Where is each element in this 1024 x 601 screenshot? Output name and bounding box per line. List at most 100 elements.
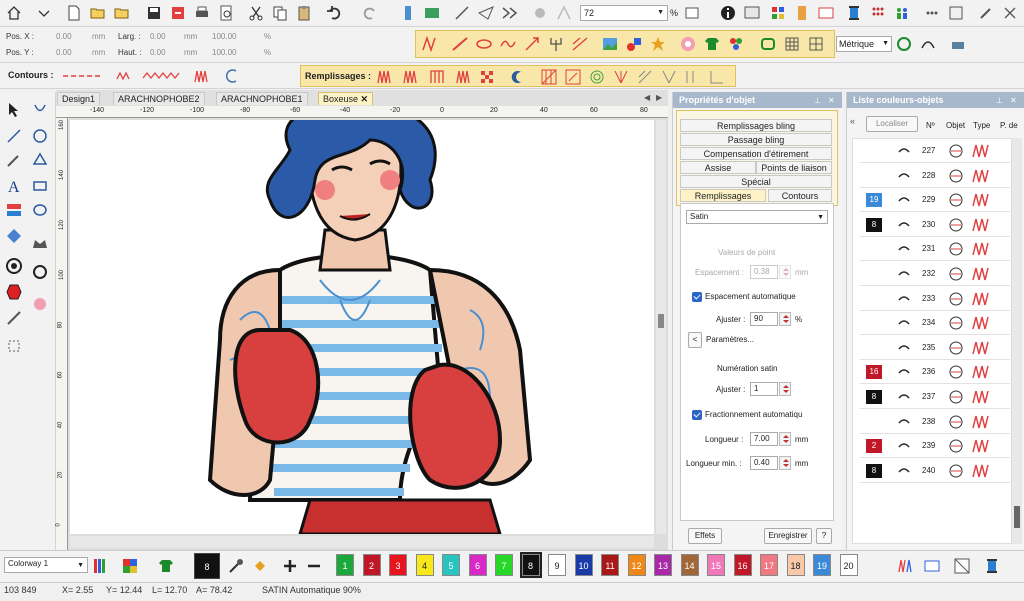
color-swatch[interactable]: 12 <box>627 554 646 576</box>
auto-split-checkbox[interactable] <box>692 410 702 420</box>
tab-scroll-left-icon[interactable]: ◀ <box>644 93 650 102</box>
thread-charts-icon[interactable] <box>896 556 916 576</box>
spool-icon[interactable] <box>792 3 812 23</box>
pin-icon[interactable]: ⊥ <box>814 96 821 105</box>
color-bars-icon[interactable] <box>90 556 110 576</box>
column-fill-icon[interactable] <box>425 67 449 87</box>
tab-arachnophobe2[interactable]: ARACHNOPHOBE2 <box>113 92 205 105</box>
satin-columns-icon[interactable] <box>399 67 423 87</box>
color-swatch[interactable]: 6 <box>468 554 487 576</box>
width-percent[interactable]: 100.00 <box>212 32 236 41</box>
print-preview-icon[interactable] <box>216 3 236 23</box>
adjust-input[interactable]: 90 <box>750 312 778 326</box>
needle-icon[interactable] <box>452 3 472 23</box>
stamp-icon[interactable] <box>4 336 24 356</box>
list-item[interactable]: 231 <box>860 237 1010 262</box>
auto-spacing-checkbox[interactable] <box>692 292 702 302</box>
grid-dots-icon[interactable] <box>868 3 888 23</box>
color-chip[interactable]: 8 <box>866 463 882 478</box>
color-swatch[interactable]: 19 <box>813 554 831 576</box>
list-item[interactable]: 238 <box>860 410 1010 434</box>
paste-icon[interactable] <box>294 3 314 23</box>
color-swatch[interactable]: 11 <box>601 554 619 576</box>
adjust-spinner[interactable] <box>779 312 791 326</box>
satin-fill-icon[interactable] <box>420 34 440 54</box>
current-color-swatch[interactable]: 8 <box>194 553 220 579</box>
tab-outlines[interactable]: Contours <box>768 189 832 202</box>
dots-icon[interactable] <box>922 3 942 23</box>
send-icon[interactable] <box>476 3 496 23</box>
info-icon[interactable] <box>718 3 738 23</box>
height-value[interactable]: 0.00 <box>150 48 166 57</box>
zigzag-stitch-icon[interactable] <box>112 66 136 86</box>
block-fill-icon[interactable] <box>707 67 727 87</box>
circle-motif-icon[interactable] <box>678 34 698 54</box>
copy-icon[interactable] <box>270 3 290 23</box>
close-panel-icon[interactable]: ✕ <box>828 96 835 105</box>
adjust2-spinner[interactable] <box>779 382 791 396</box>
open-folder-icon[interactable] <box>88 3 108 23</box>
circle-tool-icon[interactable] <box>30 262 50 282</box>
close-panel-icon[interactable]: ✕ <box>1010 96 1017 105</box>
help-book-icon[interactable] <box>946 3 966 23</box>
color-chip[interactable]: 16 <box>866 365 882 380</box>
colorway-icon[interactable] <box>726 34 746 54</box>
height-percent[interactable]: 100.00 <box>212 48 236 57</box>
color-chip[interactable]: 19 <box>866 193 882 208</box>
hoop-icon[interactable] <box>758 34 778 54</box>
undo-icon[interactable] <box>324 3 344 23</box>
color-swatch[interactable]: 2 <box>362 554 381 576</box>
parameters-link[interactable]: Paramètres... <box>706 335 754 344</box>
palette-icon[interactable] <box>768 3 788 23</box>
fan-fill-icon[interactable] <box>659 67 679 87</box>
color-chip[interactable]: 8 <box>866 390 882 404</box>
add-color-icon[interactable] <box>280 556 300 576</box>
no-color-icon[interactable] <box>952 556 972 576</box>
list-item[interactable]: 8 237 <box>860 385 1010 409</box>
home-icon[interactable] <box>4 3 24 23</box>
fill-type-select[interactable]: Satin ▼ <box>686 210 828 224</box>
pos-x-value[interactable]: 0.00 <box>56 32 72 41</box>
min-length-input[interactable]: 0.40 <box>750 456 778 470</box>
color-swatch[interactable]: 13 <box>654 554 672 576</box>
display-settings-icon[interactable] <box>742 3 762 23</box>
satin-fill-icon[interactable] <box>373 67 397 87</box>
design-canvas[interactable] <box>70 120 654 534</box>
tab-arachnophobe1[interactable]: ARACHNOPHOBE1 <box>216 92 308 105</box>
crescent-fill-icon[interactable] <box>507 67 527 87</box>
color-swatch[interactable]: 18 <box>786 554 805 576</box>
scrollbar-thumb[interactable] <box>1014 506 1020 528</box>
zoom-select[interactable]: 72 ▼ <box>580 5 668 21</box>
save-icon[interactable] <box>144 3 164 23</box>
shapes-icon[interactable] <box>624 34 644 54</box>
redo-icon[interactable] <box>360 3 380 23</box>
tab-connection-points[interactable]: Points de liaison <box>756 161 832 174</box>
pen-icon[interactable] <box>976 3 996 23</box>
list-scrollbar[interactable] <box>1012 138 1022 544</box>
hexagon-icon[interactable] <box>4 282 24 302</box>
units-select[interactable]: Métrique ▼ <box>836 36 892 52</box>
effects-button[interactable]: Effets <box>688 528 722 544</box>
pos-y-value[interactable]: 0.00 <box>56 48 72 57</box>
curve-tool-icon[interactable] <box>918 34 938 54</box>
leaf-fill-icon[interactable] <box>474 34 494 54</box>
color-swatch[interactable]: 5 <box>442 554 460 576</box>
tab-underlay[interactable]: Assise <box>680 161 756 174</box>
print-icon[interactable] <box>192 3 212 23</box>
motif-fill-icon[interactable] <box>635 67 655 87</box>
open-recent-icon[interactable] <box>112 3 132 23</box>
color-swatch[interactable]: 20 <box>839 554 858 576</box>
scrollbar-thumb[interactable] <box>658 314 664 328</box>
list-item[interactable]: 235 <box>860 336 1010 360</box>
eyedropper-icon[interactable] <box>226 556 246 576</box>
tab-boxeuse[interactable]: Boxeuse ✕ <box>318 92 374 105</box>
list-item[interactable]: 8 240 <box>860 459 1010 483</box>
radial-fill-icon[interactable] <box>611 67 631 87</box>
tab-special[interactable]: Spécial <box>680 175 832 188</box>
collapse-button[interactable]: < <box>688 332 702 348</box>
tatami-fill-icon[interactable] <box>450 34 470 54</box>
list-item[interactable]: 16 236 <box>860 360 1010 385</box>
spacing-input[interactable]: 0.38 <box>750 265 778 279</box>
rotate-icon[interactable] <box>30 126 50 146</box>
target-icon[interactable] <box>4 256 24 276</box>
